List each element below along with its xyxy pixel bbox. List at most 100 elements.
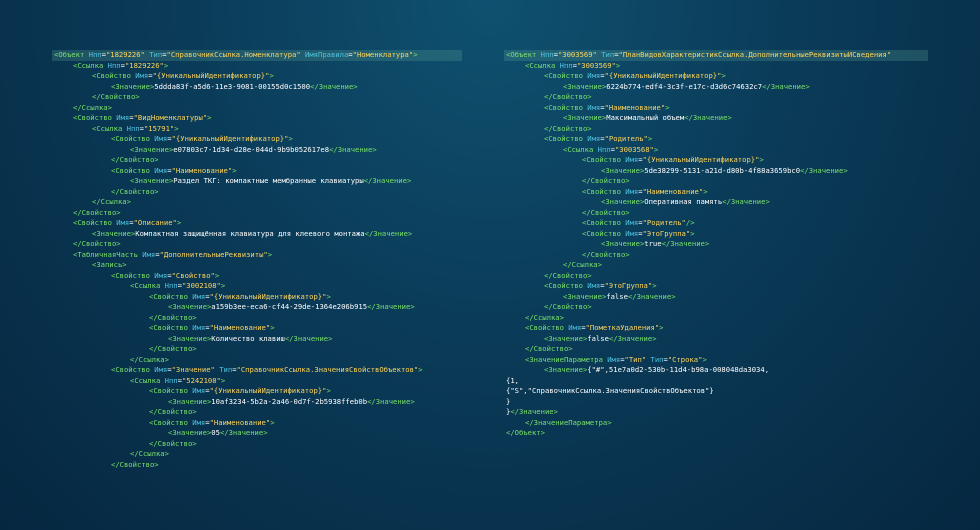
xml-text-token: Компактная защищённая клавиатура для кле… — [135, 228, 365, 238]
xml-tag-token: <Ссылка — [563, 144, 598, 154]
xml-tag-token: <ТабличнаяЧасть — [73, 249, 143, 259]
xml-tag-token: </Свойство> — [111, 155, 159, 164]
xml-attribute-token: Тип — [646, 354, 664, 364]
code-line: <Значение>false</Значение> — [504, 292, 928, 303]
code-line: <Значение>a159b3ee-eca6-cf44-29de-1364e2… — [52, 302, 462, 313]
xml-tag-token: > — [176, 218, 182, 227]
xml-tag-token: <Значение> — [563, 291, 607, 301]
xml-tag-token: <Свойство — [92, 71, 136, 80]
code-line: </Свойство> — [52, 407, 462, 418]
code-line: </Свойство> — [504, 92, 928, 103]
code-line: }</Значение> — [504, 407, 928, 418]
code-line: </Ссылка> — [52, 449, 462, 460]
code-line: </Ссылка> — [52, 355, 462, 366]
xml-text-token: {"#",51e7a0d2-530b-11d4-b98a-008048da303… — [587, 365, 770, 374]
xml-value-token: "ПланВидовХарактеристикСсылка.Дополнител… — [618, 50, 892, 59]
xml-attribute-token: Имя — [625, 186, 639, 196]
xml-tag-token: > — [174, 123, 179, 133]
xml-tag-token: </Значение> — [762, 81, 810, 91]
xml-tag-token: <Свойство — [149, 417, 193, 427]
xml-tag-token: > — [163, 60, 169, 70]
code-line: {1, — [504, 376, 928, 387]
xml-tag-token: <Свойство — [582, 186, 626, 196]
xml-value-token: "Родитель" — [642, 218, 686, 227]
xml-tag-token: <Значение> — [601, 165, 645, 175]
xml-tag-token: <Свойство — [149, 323, 193, 332]
xml-tag-token: > — [214, 270, 220, 280]
xml-attribute-token: Тип — [596, 50, 615, 59]
xml-tag-token: <Значение> — [92, 228, 136, 238]
xml-tag-token: </Значение> — [661, 239, 710, 248]
xml-attribute-token: Имя — [135, 71, 149, 80]
xml-tag-token: </Объект> — [506, 428, 545, 437]
xml-tag-token: </Ссылка> — [130, 354, 169, 364]
xml-value-token: "Номенклатура" — [352, 50, 414, 59]
code-line: </Ссылка> — [52, 197, 462, 208]
code-line: <Свойство Имя="ЭтоГруппа"> — [504, 229, 928, 240]
xml-tag-token: </Значение> — [800, 165, 848, 175]
xml-tag-token: </Ссылка> — [563, 260, 602, 269]
xml-value-token: "3003568" — [614, 144, 654, 154]
xml-attribute-token: ИмяПравила — [300, 50, 349, 59]
xml-attribute-token: Имя — [587, 71, 601, 80]
xml-tag-token: /> — [685, 218, 695, 227]
code-line: <Свойство Имя="{УникальныйИдентификатор}… — [52, 386, 462, 397]
code-line: <Значение>Оперативная память</Значение> — [504, 197, 928, 208]
xml-attribute-token: Имя — [587, 102, 601, 112]
xml-tag-token: <Запись> — [92, 260, 127, 269]
code-line: </Ссылка> — [52, 103, 462, 114]
code-line: </Свойство> — [504, 344, 928, 355]
code-line: </Свойство> — [504, 271, 928, 282]
code-line: </Свойство> — [52, 92, 462, 103]
xml-tag-token: > — [326, 291, 331, 301]
code-line: <Значение>Максимальный объем</Значение> — [504, 113, 928, 124]
xml-tag-token: > — [418, 365, 423, 374]
code-line: <Свойство Имя="Наименование"> — [504, 103, 928, 114]
code-line: <Объект Нпп="3003569" Тип="ПланВидовХара… — [504, 50, 928, 61]
xml-tag-token: <Ссылка — [73, 60, 108, 70]
code-line: <Свойство Имя="{УникальныйИдентификатор}… — [52, 71, 462, 82]
xml-tag-token: </Свойство> — [111, 186, 159, 196]
xml-attribute-token: Имя — [587, 134, 601, 143]
xml-tag-token: </Значение> — [329, 144, 377, 154]
xml-tag-token: <ЗначениеПараметра — [525, 354, 608, 364]
xml-attribute-token: Имя — [192, 291, 206, 301]
xml-attribute-token: Имя — [192, 386, 206, 395]
code-line: </Ссылка> — [504, 313, 928, 324]
xml-tag-token: </Свойство> — [149, 407, 197, 416]
xml-text-token: Оперативная память — [644, 197, 723, 206]
left-code-panel: <Объект Нпп="1829226" Тип="СправочникСсы… — [52, 50, 462, 470]
xml-text-token: false — [587, 333, 609, 343]
xml-tag-token: <Свойство — [149, 386, 193, 395]
xml-tag-token: </Ссылка> — [73, 102, 112, 112]
xml-attribute-token: Имя — [154, 365, 168, 374]
xml-tag-token: <Свойство — [73, 218, 117, 227]
xml-tag-token: <Объект — [54, 50, 89, 59]
xml-tag-token: <Свойство — [111, 270, 155, 280]
xml-value-token: "Значение" — [171, 365, 215, 374]
xml-tag-token: </Значение> — [367, 302, 415, 311]
code-line: <Значение>Компактная защищённая клавиату… — [52, 229, 462, 240]
code-line: </Свойство> — [52, 187, 462, 198]
xml-attribute-token: Имя — [192, 323, 206, 332]
xml-tag-token: > — [413, 50, 418, 59]
xml-value-token: "3003569" — [576, 60, 616, 70]
xml-tag-token: <Свойство — [111, 134, 155, 143]
code-line: <Ссылка Нпп="3003569"> — [504, 61, 928, 72]
xml-tag-token: > — [267, 249, 273, 259]
xml-value-token: "Строка" — [667, 354, 703, 364]
xml-attribute-token: Имя — [154, 134, 168, 143]
code-line: <Свойство Имя="Родитель"> — [504, 134, 928, 145]
xml-value-token: "1829226" — [124, 60, 164, 70]
xml-tag-token: <Ссылка — [130, 375, 165, 385]
xml-tag-token: <Свойство — [149, 291, 193, 301]
xml-tag-token: <Свойство — [544, 71, 588, 80]
xml-value-token: "{УникальныйИдентификатор}" — [209, 386, 327, 395]
xml-value-token: "Родитель" — [604, 134, 648, 143]
code-line: <Свойство Имя="Значение" Тип="Справочник… — [52, 365, 462, 376]
xml-attribute-token: Тип — [144, 50, 163, 59]
xml-text-token: Максимальный объем — [606, 113, 685, 122]
xml-tag-token: <Значение> — [601, 239, 645, 248]
xml-value-token: "Наименование" — [171, 165, 233, 175]
xml-tag-token: > — [652, 281, 657, 290]
